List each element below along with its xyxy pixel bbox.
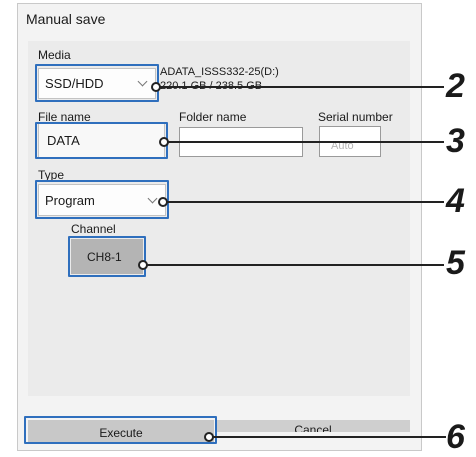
callout-number-5: 5 bbox=[446, 244, 465, 282]
media-label: Media bbox=[38, 48, 71, 62]
callout-dot bbox=[204, 432, 214, 442]
callout-line bbox=[143, 264, 444, 266]
callout-line bbox=[156, 86, 444, 88]
cancel-button[interactable]: Cancel bbox=[216, 420, 410, 432]
callout-line bbox=[164, 141, 444, 143]
serial-number-label: Serial number bbox=[318, 110, 393, 124]
execute-highlight bbox=[24, 416, 217, 444]
callout-dot bbox=[151, 82, 161, 92]
callout-dot bbox=[138, 260, 148, 270]
dialog-title: Manual save bbox=[26, 11, 106, 27]
media-highlight bbox=[35, 64, 159, 102]
media-device-name: ADATA_ISSS332-25(D:) bbox=[160, 66, 279, 78]
callout-dot bbox=[158, 197, 168, 207]
channel-label: Channel bbox=[71, 222, 116, 236]
callout-number-2: 2 bbox=[446, 67, 465, 105]
callout-number-3: 3 bbox=[446, 122, 465, 160]
type-highlight bbox=[35, 180, 169, 219]
callout-line bbox=[209, 436, 446, 438]
file-name-highlight bbox=[35, 122, 168, 159]
channel-highlight bbox=[68, 236, 146, 277]
cancel-button-label: Cancel bbox=[294, 423, 332, 432]
callout-number-4: 4 bbox=[446, 182, 465, 220]
callout-dot bbox=[159, 137, 169, 147]
folder-name-label: Folder name bbox=[179, 110, 247, 124]
callout-line bbox=[163, 201, 444, 203]
callout-number-6: 6 bbox=[446, 418, 465, 456]
